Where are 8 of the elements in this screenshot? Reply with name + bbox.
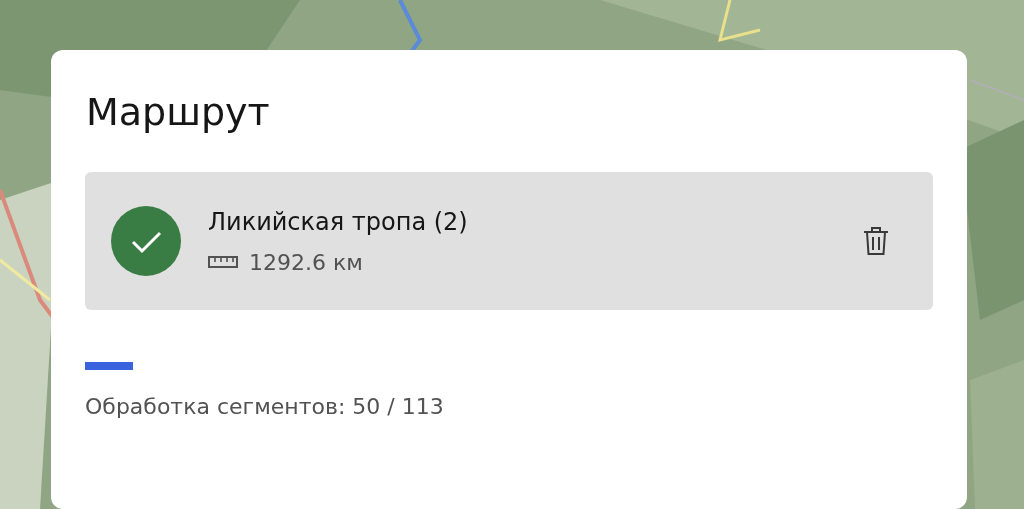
progress-label: Обработка сегментов: 50 / 113 <box>85 394 444 419</box>
trash-icon[interactable] <box>863 226 889 256</box>
route-item[interactable]: Ликийская тропа (2) 1292.6 км <box>85 172 933 310</box>
route-distance: 1292.6 км <box>249 249 363 275</box>
route-name: Ликийская тропа (2) <box>208 207 468 236</box>
dialog-title: Маршрут <box>86 89 270 136</box>
ruler-icon <box>208 256 238 268</box>
check-icon <box>111 206 181 276</box>
